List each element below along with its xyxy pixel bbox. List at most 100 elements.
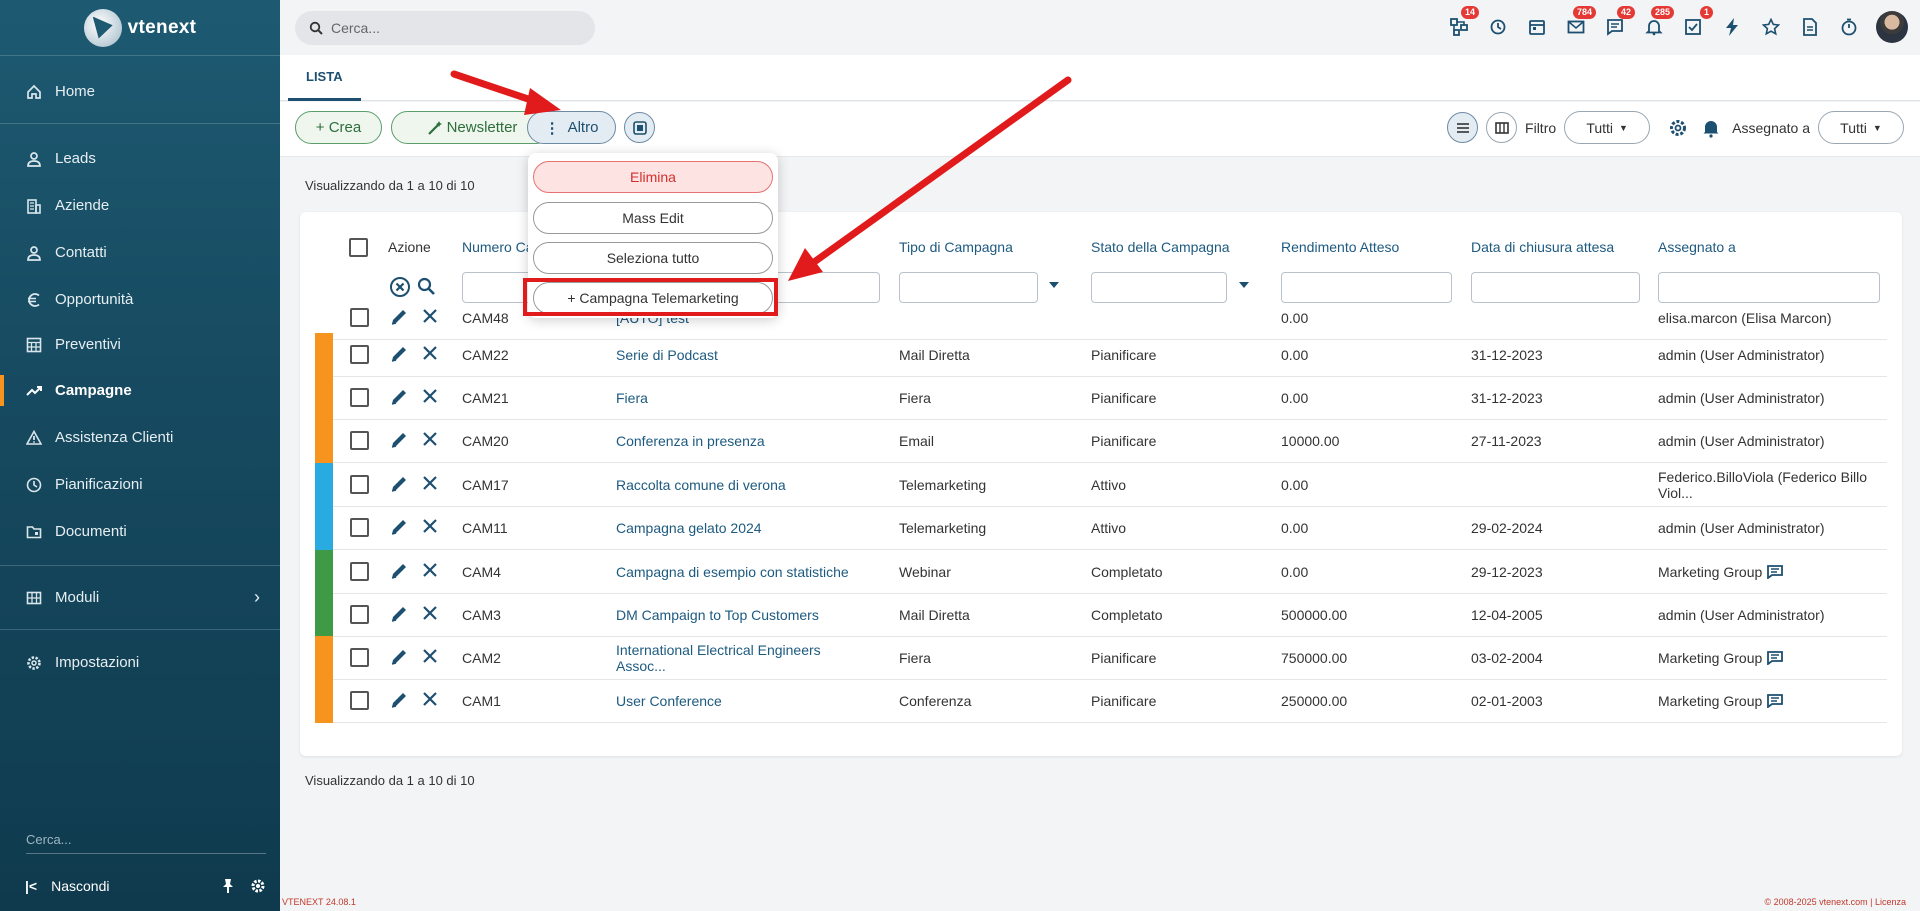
sidebar-item-impostazioni[interactable]: Impostazioni: [0, 639, 280, 686]
edit-icon[interactable]: [389, 561, 409, 581]
row-checkbox[interactable]: [350, 648, 369, 667]
chat-icon[interactable]: 42: [1603, 6, 1635, 44]
cell-name[interactable]: Serie di Podcast: [616, 333, 856, 377]
row-checkbox[interactable]: [350, 345, 369, 364]
hide-sidebar-button[interactable]: Nascondi: [51, 878, 109, 894]
row-checkbox[interactable]: [350, 475, 369, 494]
mail-icon[interactable]: 784: [1564, 6, 1596, 44]
caret-down-icon[interactable]: [1239, 282, 1249, 288]
sidebar-item-assistenza-clienti[interactable]: Assistenza Clienti: [0, 414, 280, 461]
timer-icon[interactable]: [1837, 10, 1861, 44]
table-row[interactable]: CAM17 Raccolta comune di verona Telemarket…: [315, 463, 1887, 507]
row-checkbox[interactable]: [350, 691, 369, 710]
tasks-icon[interactable]: 1: [1681, 6, 1713, 44]
sidebar-item-pianificazioni[interactable]: Pianificazioni: [0, 461, 280, 508]
table-row[interactable]: CAM21 Fiera Fiera Pianificare 0.00 31-12-2023…: [315, 376, 1887, 420]
row-checkbox[interactable]: [350, 388, 369, 407]
kanban-view-button[interactable]: [1486, 112, 1518, 143]
delete-icon[interactable]: [421, 387, 439, 405]
tab-list[interactable]: LISTA: [288, 55, 361, 101]
edit-icon[interactable]: [389, 604, 409, 624]
view-toggle-button[interactable]: [624, 112, 655, 143]
edit-icon[interactable]: [389, 647, 409, 667]
processes-icon[interactable]: 14: [1447, 6, 1479, 44]
copyright-label[interactable]: © 2008-2025 vtenext.com | Licenza: [1764, 897, 1906, 907]
table-row[interactable]: CAM4 Campagna di esempio con statistiche W…: [315, 550, 1887, 594]
header-number[interactable]: Numero Ca: [462, 239, 534, 255]
collapse-icon[interactable]: |<: [25, 878, 37, 894]
header-type[interactable]: Tipo di Campagna: [899, 239, 1013, 255]
table-row[interactable]: CAM1 User Conference Conferenza Pianificare…: [315, 679, 1887, 723]
lightning-icon[interactable]: [1720, 10, 1744, 44]
sidebar-item-campagne[interactable]: Campagne: [0, 367, 280, 414]
sidebar-item-opportunit[interactable]: Opportunità: [0, 276, 280, 323]
document-icon[interactable]: [1798, 10, 1822, 44]
clear-filter-icon[interactable]: [389, 276, 411, 298]
delete-icon[interactable]: [421, 430, 439, 448]
sidebar-item-moduli[interactable]: Moduli ›: [0, 574, 280, 621]
user-avatar[interactable]: [1876, 11, 1908, 43]
edit-icon[interactable]: [389, 344, 409, 364]
row-checkbox[interactable]: [350, 562, 369, 581]
history-icon[interactable]: [1486, 10, 1510, 44]
calendar-icon[interactable]: [1525, 10, 1549, 44]
group-chat-icon[interactable]: [1767, 651, 1784, 665]
table-row[interactable]: CAM2 International Electrical Engineers A…: [315, 636, 1887, 680]
cell-name[interactable]: International Electrical Engineers Assoc…: [616, 636, 856, 680]
cell-name[interactable]: Raccolta comune di verona: [616, 463, 856, 507]
cell-name[interactable]: DM Campaign to Top Customers: [616, 593, 856, 637]
cell-name[interactable]: Campagna di esempio con statistiche: [616, 550, 856, 594]
edit-icon[interactable]: [389, 387, 409, 407]
list-view-button[interactable]: [1447, 112, 1479, 143]
more-button[interactable]: ⋮ Altro: [527, 111, 616, 144]
edit-icon[interactable]: [389, 474, 409, 494]
header-status[interactable]: Stato della Campagna: [1091, 239, 1230, 255]
logo[interactable]: vtenext: [0, 0, 280, 55]
cell-name[interactable]: Campagna gelato 2024: [616, 506, 856, 550]
edit-icon[interactable]: [389, 430, 409, 450]
row-checkbox[interactable]: [350, 518, 369, 537]
global-search-input[interactable]: Cerca...: [295, 11, 595, 45]
cell-name[interactable]: Conferenza in presenza: [616, 419, 856, 463]
delete-icon[interactable]: [421, 474, 439, 492]
table-row[interactable]: CAM22 Serie di Podcast Mail Diretta Pianifi…: [315, 333, 1887, 377]
table-row[interactable]: CAM20 Conferenza in presenza Email Pianific…: [315, 419, 1887, 463]
header-close-date[interactable]: Data di chiusura attesa: [1471, 239, 1614, 255]
row-checkbox[interactable]: [350, 431, 369, 450]
table-row[interactable]: CAM3 DM Campaign to Top Customers Mail Dir…: [315, 593, 1887, 637]
mass-edit-menu-item[interactable]: Mass Edit: [533, 202, 773, 234]
filter-select[interactable]: Tutti ▼: [1564, 111, 1651, 144]
pin-icon[interactable]: [220, 878, 236, 894]
sidebar-item-contatti[interactable]: Contatti: [0, 229, 280, 276]
delete-icon[interactable]: [421, 561, 439, 579]
select-all-checkbox[interactable]: [349, 238, 368, 257]
bell-icon[interactable]: [1702, 118, 1720, 138]
sidebar-item-leads[interactable]: Leads: [0, 135, 280, 182]
header-assigned[interactable]: Assegnato a: [1658, 239, 1736, 255]
search-icon[interactable]: [417, 277, 436, 296]
create-button[interactable]: + Crea: [295, 111, 382, 144]
row-checkbox[interactable]: [350, 605, 369, 624]
settings-icon[interactable]: [1668, 118, 1688, 138]
gear-icon[interactable]: [250, 878, 266, 894]
delete-icon[interactable]: [421, 344, 439, 362]
delete-icon[interactable]: [421, 517, 439, 535]
delete-icon[interactable]: [421, 604, 439, 622]
sidebar-item-preventivi[interactable]: Preventivi: [0, 321, 280, 368]
sidebar-item-aziende[interactable]: Aziende: [0, 182, 280, 229]
edit-icon[interactable]: [389, 307, 409, 327]
cell-name[interactable]: Fiera: [616, 376, 856, 420]
assigned-select[interactable]: Tutti ▼: [1818, 111, 1904, 144]
cell-name[interactable]: User Conference: [616, 679, 856, 723]
select-all-menu-item[interactable]: Seleziona tutto: [533, 242, 773, 274]
delete-icon[interactable]: [421, 690, 439, 708]
caret-down-icon[interactable]: [1049, 282, 1059, 288]
delete-icon[interactable]: [421, 647, 439, 665]
delete-menu-item[interactable]: Elimina: [533, 161, 773, 193]
edit-icon[interactable]: [389, 690, 409, 710]
edit-icon[interactable]: [389, 517, 409, 537]
group-chat-icon[interactable]: [1767, 694, 1784, 708]
delete-icon[interactable]: [421, 307, 439, 325]
sidebar-search-input[interactable]: Cerca...: [26, 832, 266, 854]
header-revenue[interactable]: Rendimento Atteso: [1281, 239, 1399, 255]
